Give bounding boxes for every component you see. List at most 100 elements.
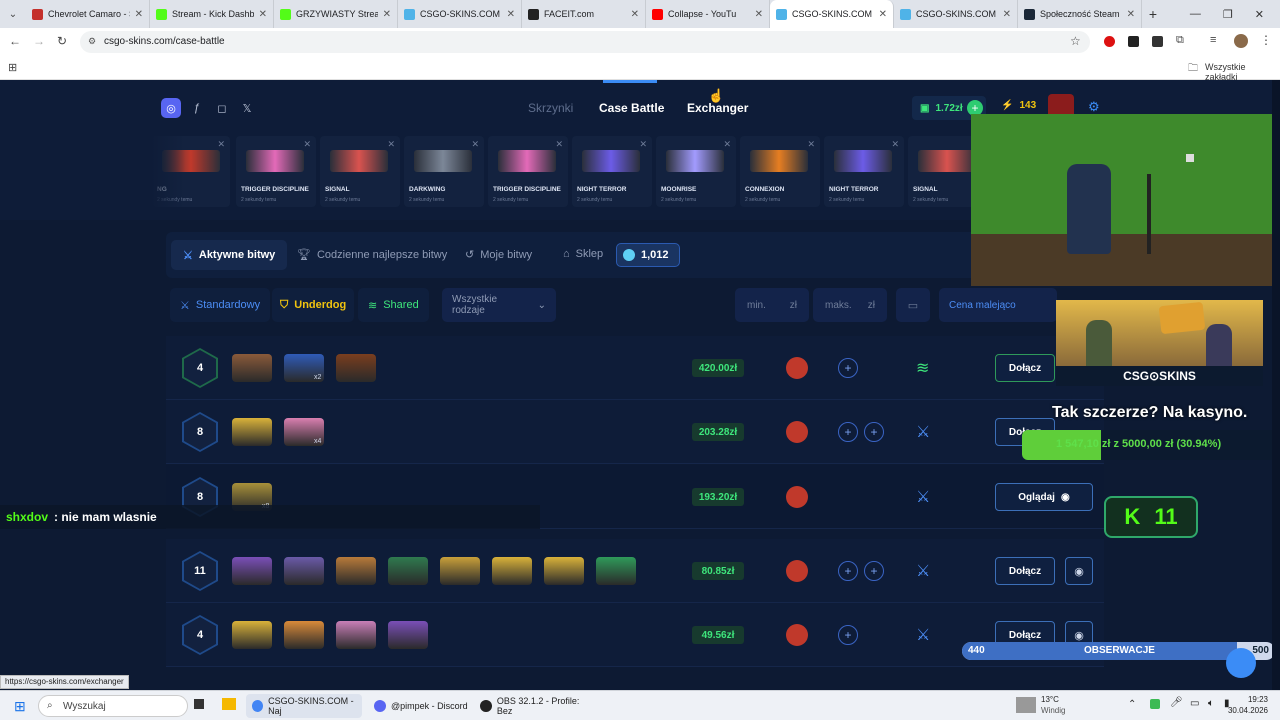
view-toggle-button[interactable]: ▭ (896, 288, 930, 322)
drop-close-icon[interactable]: ✕ (387, 139, 395, 150)
facebook-icon[interactable]: ƒ (187, 98, 207, 118)
min-price-input[interactable]: min. zł (735, 288, 809, 322)
extension-cs-icon[interactable] (1152, 36, 1163, 47)
close-tab-icon[interactable]: ✕ (1003, 9, 1011, 20)
minimize-icon[interactable]: — (1190, 8, 1201, 21)
drop-card[interactable]: ✕ NIGHT TERROR 2 sekundy temu (572, 136, 652, 207)
taskbar-app-discord[interactable]: @pimpek - Discord (370, 694, 470, 718)
taskbar-app-obs[interactable]: OBS 32.1.2 - Profile: Bez (476, 694, 596, 718)
tray-chevron-icon[interactable]: ⌃ (1128, 699, 1136, 710)
join-button[interactable]: Dołącz (995, 557, 1055, 585)
case-image (336, 354, 376, 382)
x-twitter-icon[interactable]: 𝕏 (237, 98, 257, 118)
browser-tab[interactable]: CSGO-SKINS.COM - I ✕ (398, 0, 522, 28)
media-control-icon[interactable]: ≡ (1210, 34, 1216, 46)
browser-tab[interactable]: Społeczność Steam ✕ (1018, 0, 1142, 28)
nav-skrzynki[interactable]: Skrzynki (528, 101, 573, 115)
microphone-icon[interactable]: 🎤︎ (1170, 697, 1183, 708)
drop-card[interactable]: ✕ NIGHT TERROR 2 sekundy temu (824, 136, 904, 207)
drop-close-icon[interactable]: ✕ (471, 139, 479, 150)
close-tab-icon[interactable]: ✕ (507, 9, 515, 20)
drop-close-icon[interactable]: ✕ (891, 139, 899, 150)
browser-tab[interactable]: FACEIT.com ✕ (522, 0, 646, 28)
tray-app-icon[interactable] (1150, 699, 1160, 709)
bookmark-star-icon[interactable]: ☆ (1070, 34, 1081, 48)
drop-card[interactable]: ✕ SIGNAL 2 sekundy temu (320, 136, 400, 207)
nav-case-battle[interactable]: Case Battle (599, 101, 664, 115)
network-icon[interactable]: ▭ (1190, 698, 1199, 709)
taskbar-app-chrome[interactable]: CSGO-SKINS.COM - Naj (246, 694, 362, 718)
join-slot-button[interactable]: + (864, 561, 884, 581)
join-slot-button[interactable]: + (864, 422, 884, 442)
close-window-icon[interactable]: ✕ (1255, 8, 1264, 21)
close-tab-icon[interactable]: ✕ (1127, 9, 1135, 20)
browser-tab[interactable]: Collapse - YouTu ✕ (646, 0, 770, 28)
tab-my-battles[interactable]: ↺ Moje bitwy (465, 248, 532, 262)
drop-close-icon[interactable]: ✕ (639, 139, 647, 150)
browser-tab[interactable]: CSGO-SKINS.COM - I ✕ (770, 0, 894, 28)
close-tab-icon[interactable]: ✕ (135, 9, 143, 20)
drop-card[interactable]: ✕ TRIGGER DISCIPLINE 2 sekundy temu (488, 136, 568, 207)
taskbar-search[interactable]: ⌕ Wyszukaj (38, 695, 188, 717)
back-icon[interactable]: ← (9, 34, 21, 48)
browser-menu-icon[interactable]: ⋮ (1260, 33, 1272, 47)
drop-card[interactable]: ✕ TRIGGER DISCIPLINE 2 sekundy temu (236, 136, 316, 207)
drop-card[interactable]: ✕ DARKWING 2 sekundy temu (404, 136, 484, 207)
drop-close-icon[interactable]: ✕ (555, 139, 563, 150)
drop-card[interactable]: ✕ CONNEXION 2 sekundy temu (740, 136, 820, 207)
chat-bubble-button[interactable] (1226, 648, 1256, 678)
all-bookmarks-link[interactable]: Wszystkie zakładki (1205, 62, 1280, 82)
task-view-icon[interactable] (194, 699, 204, 709)
maximize-icon[interactable]: ❐ (1223, 8, 1233, 21)
reload-icon[interactable]: ↻ (57, 34, 67, 48)
tab-active-battles[interactable]: ⚔ Aktywne bitwy (171, 240, 288, 270)
join-slot-button[interactable]: + (838, 561, 858, 581)
watch-button[interactable]: Oglądaj ◉ (995, 483, 1093, 511)
tab-daily-best[interactable]: 🏆︎ Codzienne najlepsze bitwy (297, 248, 447, 262)
site-info-icon[interactable]: ⚙ (88, 36, 96, 47)
join-slot-button[interactable]: + (838, 625, 858, 645)
forward-icon[interactable]: → (33, 34, 45, 48)
max-price-input[interactable]: maks. zł (813, 288, 887, 322)
join-slot-button[interactable]: + (838, 358, 858, 378)
apps-grid-icon[interactable]: ⊞ (8, 61, 17, 74)
browser-tab[interactable]: Chevrolet Camaro - S ✕ (26, 0, 150, 28)
close-tab-icon[interactable]: ✕ (879, 9, 887, 20)
watch-eye-button[interactable]: ◉ (1065, 557, 1093, 585)
drop-close-icon[interactable]: ✕ (723, 139, 731, 150)
drop-close-icon[interactable]: ✕ (217, 139, 225, 150)
tab-shop[interactable]: ⌂ Sklep (563, 248, 603, 260)
scrollbar[interactable] (1272, 80, 1280, 690)
file-explorer-icon[interactable] (222, 698, 236, 710)
browser-tab[interactable]: GRZYWIASTY Stream ✕ (274, 0, 398, 28)
browser-tab[interactable]: CSGO-SKINS.COM - I ✕ (894, 0, 1018, 28)
filter-standard[interactable]: ⚔ Standardowy (170, 288, 271, 322)
close-tab-icon[interactable]: ✕ (631, 9, 639, 20)
volume-icon[interactable]: 🔈︎ (1208, 698, 1214, 709)
close-tab-icon[interactable]: ✕ (755, 9, 763, 20)
settings-gear-icon[interactable]: ⚙ (1088, 99, 1100, 115)
join-button[interactable]: Dołącz (995, 354, 1055, 382)
close-tab-icon[interactable]: ✕ (259, 9, 267, 20)
type-select[interactable]: Wszystkie rodzaje ⌄ (442, 288, 556, 322)
filter-shared[interactable]: ≋ Shared (358, 288, 429, 322)
filter-underdog[interactable]: ⛉ Underdog (272, 288, 355, 322)
coins-badge[interactable]: 1,012 (616, 243, 680, 267)
drop-card[interactable]: ✕ MOONRISE 2 sekundy temu (656, 136, 736, 207)
extension-opera-icon[interactable] (1104, 36, 1115, 47)
close-tab-icon[interactable]: ✕ (383, 9, 391, 20)
drop-close-icon[interactable]: ✕ (303, 139, 311, 150)
instagram-icon[interactable]: ◻ (212, 98, 232, 118)
extensions-puzzle-icon[interactable]: ⧉ (1176, 34, 1184, 47)
new-tab-button[interactable]: + (1142, 6, 1164, 22)
join-slot-button[interactable]: + (838, 422, 858, 442)
drop-close-icon[interactable]: ✕ (807, 139, 815, 150)
sort-select[interactable]: Cena malejąco (939, 288, 1057, 322)
start-windows-icon[interactable]: ⊞ (14, 698, 26, 715)
url-field[interactable]: csgo-skins.com/case-battle (80, 31, 1090, 53)
browser-tab[interactable]: Stream - Kick Dashbo ✕ (150, 0, 274, 28)
profile-avatar[interactable] (1234, 34, 1248, 48)
discord-icon[interactable]: ◎ (161, 98, 181, 118)
extension-icon[interactable] (1128, 36, 1139, 47)
tab-list-chevron-icon[interactable]: ⌄ (0, 9, 26, 20)
